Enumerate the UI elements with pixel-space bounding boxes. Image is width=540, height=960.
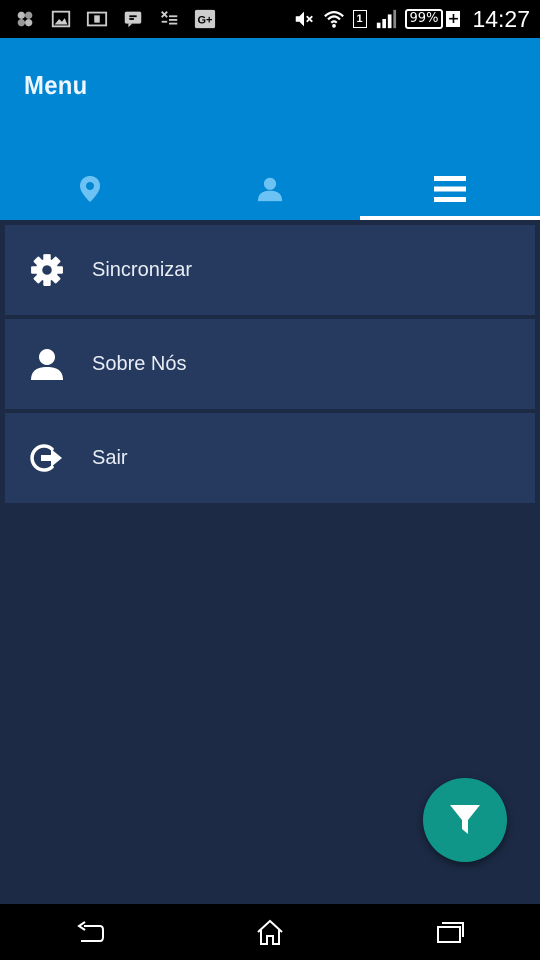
app-header: Menu (0, 38, 540, 220)
tab-map[interactable] (0, 158, 180, 220)
status-clock: 14:27 (472, 5, 530, 32)
menu-item-label: Sobre Nós (92, 352, 187, 375)
back-button[interactable] (60, 904, 120, 960)
user-icon (30, 347, 64, 381)
location-pin-icon (80, 176, 100, 202)
signal-strength-icon (375, 8, 397, 30)
menu-item-sair[interactable]: Sair (5, 413, 535, 503)
menu-item-label: Sincronizar (92, 258, 193, 281)
home-button[interactable] (240, 904, 300, 960)
hamburger-menu-icon (434, 176, 466, 202)
home-icon (257, 919, 283, 945)
muted-volume-icon (293, 8, 315, 30)
user-icon (257, 177, 283, 202)
wifi-icon (323, 8, 345, 30)
news-icon (86, 8, 108, 30)
missed-call-icon (158, 8, 180, 30)
chat-icon (122, 8, 144, 30)
notification-area: G+ (14, 8, 216, 30)
filter-fab-button[interactable] (423, 778, 507, 862)
battery-percent: 99% (404, 9, 444, 29)
page-title: Menu (24, 70, 88, 100)
sim-slot-badge: 1 (352, 10, 367, 28)
system-nav-bar (0, 904, 540, 960)
charging-icon: + (446, 11, 461, 27)
active-tab-indicator (360, 216, 540, 220)
image-icon (50, 8, 72, 30)
logout-icon (30, 441, 64, 475)
recent-apps-button[interactable] (420, 904, 480, 960)
tab-profile[interactable] (180, 158, 360, 220)
svg-text:G+: G+ (198, 15, 213, 27)
apps-icon (14, 8, 36, 30)
menu-item-label: Sair (92, 446, 128, 469)
menu-item-sincronizar[interactable]: Sincronizar (5, 225, 535, 315)
status-bar: G+ 1 99% + 14:27 (0, 0, 540, 38)
tab-bar (0, 158, 540, 220)
back-icon (77, 921, 104, 942)
recent-apps-icon (437, 922, 464, 943)
menu-list: Sincronizar Sobre Nós Sair (5, 225, 535, 507)
tab-menu[interactable] (360, 158, 540, 220)
google-plus-icon: G+ (194, 8, 216, 30)
gear-icon (30, 253, 64, 287)
system-status-area: 1 99% + 14:27 (293, 6, 530, 33)
menu-item-sobre-nos[interactable]: Sobre Nós (5, 319, 535, 409)
filter-icon (450, 805, 480, 834)
battery-indicator: 99% + (404, 9, 461, 29)
